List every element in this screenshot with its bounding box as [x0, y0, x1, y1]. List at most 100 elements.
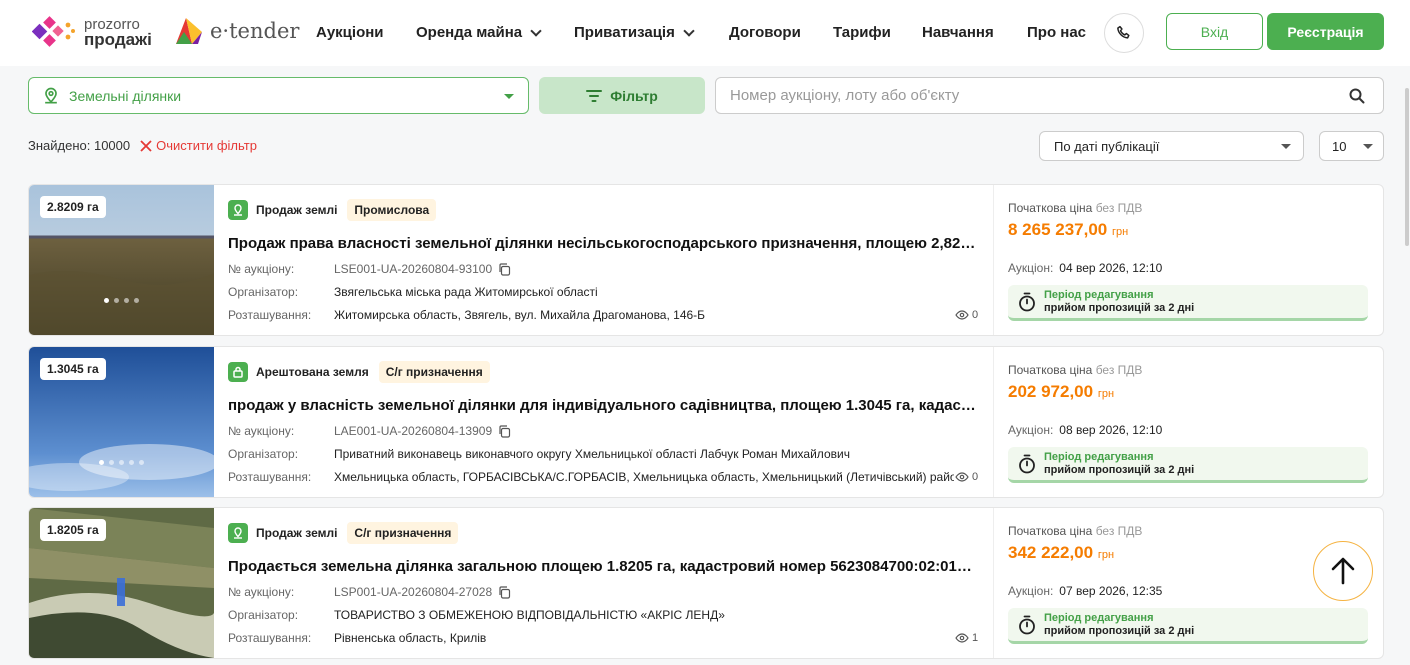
lot-photo-frame[interactable]: 1.8205 га	[29, 508, 214, 658]
lot-card[interactable]: 1.8205 га Продаж землі С/г призначення П…	[28, 507, 1384, 659]
organizer: Приватний виконавець виконавчого округу …	[334, 447, 850, 461]
sort-select[interactable]: По даті публікації	[1039, 131, 1304, 161]
start-price-row: 8 265 237,00 грн	[1008, 220, 1128, 240]
filter-button[interactable]: Фільтр	[539, 77, 705, 114]
organizer-label: Організатор:	[228, 447, 299, 461]
vat-note: без ПДВ	[1095, 363, 1143, 377]
nav-about[interactable]: Про нас	[1027, 24, 1086, 41]
lot-title-link[interactable]: Продаж права власності земельної ділянки…	[228, 235, 980, 252]
lot-type-label: Арештована земля	[256, 365, 369, 379]
nav-rent[interactable]: Оренда майна	[416, 24, 542, 41]
lot-type-icon	[228, 362, 248, 382]
views-counter: 0	[955, 471, 978, 483]
nav-label: Навчання	[922, 24, 994, 41]
views-count: 0	[972, 309, 979, 321]
copy-icon[interactable]	[498, 585, 511, 599]
login-button[interactable]: Вхід	[1166, 13, 1263, 50]
phone-button[interactable]	[1104, 13, 1144, 53]
location-label: Розташування:	[228, 470, 312, 484]
location-pin-icon	[234, 204, 242, 216]
prozorro-logo[interactable]: prozorro продажі	[32, 15, 152, 49]
photo-dot[interactable]	[99, 460, 104, 465]
currency: грн	[1097, 388, 1115, 400]
category-select[interactable]: Земельні ділянки	[28, 77, 529, 114]
photo-dot[interactable]	[129, 460, 134, 465]
period-title: Період редагування	[1044, 288, 1154, 301]
price-label-row: Початкова ціна без ПДВ	[1008, 524, 1142, 538]
lot-title-link[interactable]: Продається земельна ділянка загальною пл…	[228, 558, 980, 575]
nav-auctions[interactable]: Аукціони	[316, 24, 384, 41]
photo-dot[interactable]	[119, 460, 124, 465]
etender-logo[interactable]: e·tender	[172, 14, 299, 48]
clear-filter-label: Очистити фільтр	[156, 138, 257, 153]
photo-dot[interactable]	[134, 298, 139, 303]
nav-label: Оренда майна	[416, 24, 523, 41]
results-summary: Знайдено: 10000 Очистити фільтр	[28, 138, 257, 153]
lot-type-icon	[228, 200, 248, 220]
lot-card[interactable]: 1.3045 га Арештована земля С/г призначен…	[28, 346, 1384, 498]
location: Хмельницька область, ГОРБАСІВСЬКА/С.ГОРБ…	[334, 470, 954, 484]
lot-type-tag: Продаж землі	[228, 200, 337, 220]
organizer-label: Організатор:	[228, 608, 299, 622]
nav-label: Тарифи	[833, 24, 891, 41]
nav-learning[interactable]: Навчання	[922, 24, 994, 41]
purpose-tag: С/г призначення	[378, 361, 490, 383]
copy-icon[interactable]	[498, 262, 511, 276]
start-price-row: 342 222,00 грн	[1008, 543, 1114, 563]
search-icon[interactable]	[1349, 88, 1365, 104]
copy-icon[interactable]	[498, 424, 511, 438]
vat-note: без ПДВ	[1095, 524, 1143, 538]
lock-icon	[233, 366, 243, 378]
lot-tags: Арештована земля С/г призначення	[228, 361, 490, 383]
stopwatch-icon	[1019, 615, 1035, 634]
auction-date-label: Аукціон:	[1008, 261, 1054, 275]
nav-label: Про нас	[1027, 24, 1087, 41]
nav-contracts[interactable]: Договори	[729, 24, 801, 41]
views-count: 0	[972, 471, 979, 483]
photo-pager	[29, 298, 214, 303]
start-price-row: 202 972,00 грн	[1008, 382, 1114, 402]
photo-dot[interactable]	[124, 298, 129, 303]
lot-photo-frame[interactable]: 1.3045 га	[29, 347, 219, 497]
top-header: prozorro продажі e·tender Аукціони Оренд…	[0, 0, 1410, 66]
page-scrollbar[interactable]	[1405, 88, 1409, 246]
scroll-to-top-button[interactable]	[1313, 541, 1373, 601]
lot-card[interactable]: 2.8209 га Продаж землі Промислова Продаж…	[28, 184, 1384, 336]
clear-filter-button[interactable]: Очистити фільтр	[140, 138, 257, 153]
lot-type-label: Продаж землі	[256, 526, 338, 540]
lot-number-label: № аукціону:	[228, 585, 295, 599]
nav-label: Аукціони	[316, 24, 384, 41]
lot-title-link[interactable]: продаж у власність земельної ділянки для…	[228, 397, 980, 414]
lot-number-label: № аукціону:	[228, 424, 295, 438]
lot-number: LSE001-UA-20260804-93100	[334, 262, 493, 276]
lot-photo-frame[interactable]: 2.8209 га	[29, 185, 214, 335]
lot-type-tag: Продаж землі	[228, 523, 337, 543]
eye-icon	[955, 472, 969, 482]
phone-icon	[1117, 25, 1130, 39]
photo-dot[interactable]	[104, 298, 109, 303]
per-page-select[interactable]: 10	[1319, 131, 1384, 161]
nav-tariffs[interactable]: Тарифи	[833, 24, 891, 41]
stopwatch-icon	[1019, 292, 1035, 311]
start-price: 342 222,00	[1008, 543, 1094, 562]
vat-note: без ПДВ	[1095, 201, 1143, 215]
photo-dot[interactable]	[114, 298, 119, 303]
start-price: 202 972,00	[1008, 382, 1094, 401]
purpose-tag: Промислова	[347, 199, 437, 221]
views-counter: 0	[955, 309, 978, 321]
category-value: Земельні ділянки	[69, 87, 182, 104]
register-button[interactable]: Реєстрація	[1267, 13, 1384, 50]
auction-date: 08 вер 2026, 12:10	[1059, 423, 1163, 437]
logo-line2: продажі	[84, 30, 152, 49]
photo-dot[interactable]	[109, 460, 114, 465]
nav-privatization[interactable]: Приватизація	[574, 24, 695, 41]
currency: грн	[1112, 226, 1129, 238]
search-input[interactable]	[730, 87, 1330, 104]
found-count: Знайдено: 10000	[28, 138, 131, 153]
price-label: Початкова ціна	[1008, 201, 1093, 215]
sort-value: По даті публікації	[1054, 138, 1160, 154]
status-period: Період редагування прийом пропозицій за …	[1008, 447, 1368, 483]
photo-dot[interactable]	[139, 460, 144, 465]
lot-number-row: LAE001-UA-20260804-13909	[334, 424, 511, 438]
etender-logo-text: e·tender	[210, 19, 300, 43]
